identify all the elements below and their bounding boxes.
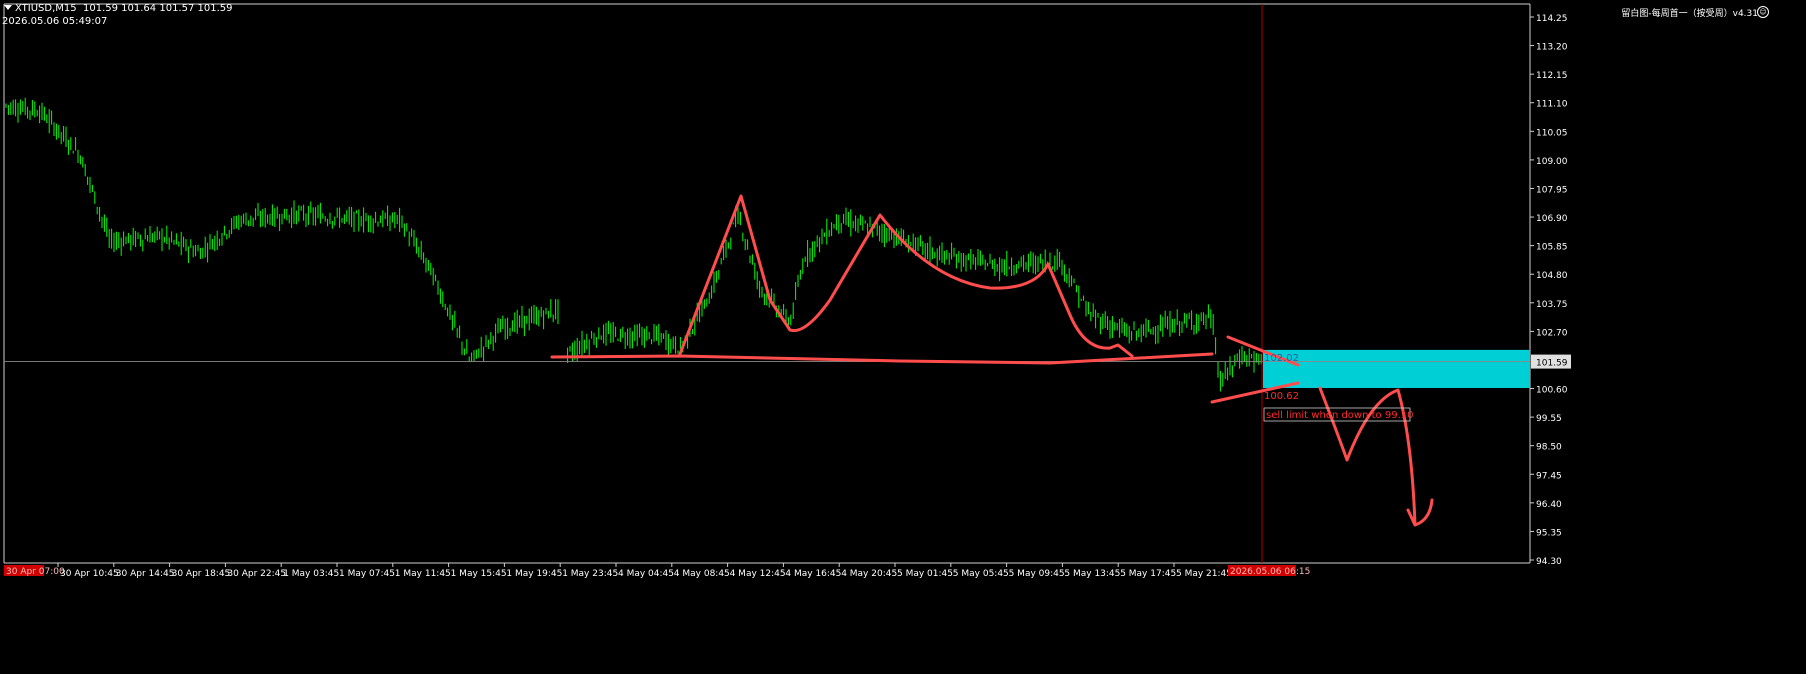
symbol-label: XTIUSD,M15 bbox=[15, 3, 77, 14]
time-tick-label: 4 May 16:45 bbox=[785, 569, 841, 579]
price-tick-label: 106.90 bbox=[1536, 214, 1568, 224]
time-tick-label: 30 Apr 18:45 bbox=[172, 569, 231, 579]
time-tick-label: 1 May 07:45 bbox=[339, 569, 395, 579]
price-tick-label: 105.85 bbox=[1536, 243, 1568, 253]
time-tick-label: 4 May 12:45 bbox=[730, 569, 786, 579]
time-axis[interactable]: 30 Apr 07:0030 Apr 10:4530 Apr 14:4530 A… bbox=[4, 563, 1310, 579]
projection-arrow-drawing[interactable] bbox=[1318, 386, 1434, 527]
price-chart[interactable]: 102.02 100.62 sell limit when down to 99… bbox=[0, 0, 1806, 674]
time-tick-label: 1 May 15:45 bbox=[451, 569, 507, 579]
time-tick-label: 5 May 09:45 bbox=[1009, 569, 1065, 579]
price-tick-label: 102.70 bbox=[1536, 328, 1568, 338]
time-tick-label: 4 May 20:45 bbox=[841, 569, 897, 579]
zone-top-price-label: 102.02 bbox=[1264, 353, 1299, 364]
time-tick-label: 4 May 08:45 bbox=[674, 569, 730, 579]
chart-grid bbox=[3, 3, 1531, 564]
price-tick-label: 98.50 bbox=[1536, 443, 1562, 453]
left-time-marker-label: 30 Apr 07:00 bbox=[6, 567, 65, 577]
time-tick-label: 5 May 05:45 bbox=[953, 569, 1009, 579]
ohlc-values: 101.59 101.64 101.57 101.59 bbox=[83, 3, 233, 14]
time-tick-label: 4 May 04:45 bbox=[618, 569, 674, 579]
supply-zone-rectangle[interactable] bbox=[1263, 349, 1530, 388]
price-tick-label: 95.35 bbox=[1536, 528, 1562, 538]
price-tick-label: 109.00 bbox=[1536, 157, 1568, 167]
cursor-time-label: 2026.05.06 06:15 bbox=[1230, 567, 1310, 577]
zone-bottom-price-label: 100.62 bbox=[1264, 391, 1299, 402]
trade-note-box[interactable]: sell limit when down to 99.10 bbox=[1263, 407, 1413, 422]
time-tick-label: 1 May 03:45 bbox=[283, 569, 339, 579]
candlestick-series bbox=[5, 97, 1262, 392]
price-axis[interactable]: 114.25 113.20 112.15 111.10 110.05 109.00 107.… bbox=[1530, 14, 1571, 567]
price-tick-label: 104.80 bbox=[1536, 271, 1568, 281]
time-tick-label: 5 May 01:45 bbox=[897, 569, 953, 579]
dropdown-triangle-icon[interactable] bbox=[4, 5, 12, 10]
time-tick-label: 30 Apr 22:45 bbox=[227, 569, 286, 579]
price-tick-label: 107.95 bbox=[1536, 185, 1568, 195]
price-tick-label: 113.20 bbox=[1536, 43, 1568, 53]
price-tick-label: 111.10 bbox=[1536, 100, 1568, 110]
time-tick-label: 1 May 11:45 bbox=[395, 569, 451, 579]
time-tick-label: 30 Apr 14:45 bbox=[116, 569, 175, 579]
smiley-icon[interactable]: ☺ bbox=[1757, 6, 1769, 18]
time-tick-label: 5 May 17:45 bbox=[1120, 569, 1176, 579]
time-tick-label: 1 May 19:45 bbox=[506, 569, 562, 579]
trade-note-text: sell limit when down to 99.10 bbox=[1266, 410, 1413, 421]
price-tick-label: 94.30 bbox=[1536, 557, 1562, 567]
price-tick-label: 99.55 bbox=[1536, 414, 1562, 424]
price-tick-label: 114.25 bbox=[1536, 14, 1568, 24]
price-tick-label: 101.59 bbox=[1536, 359, 1568, 369]
time-tick-label: 5 May 21:45 bbox=[1176, 569, 1232, 579]
price-tick-label: 96.40 bbox=[1536, 500, 1562, 510]
indicator-label: 留白图-每周首一（按受周）v4.31 bbox=[1621, 9, 1758, 19]
server-timestamp: 2026.05.06 05:49:07 bbox=[2, 16, 108, 27]
time-tick-label: 5 May 13:45 bbox=[1064, 569, 1120, 579]
price-tick-label: 100.60 bbox=[1536, 386, 1568, 396]
price-tick-label: 97.45 bbox=[1536, 471, 1562, 481]
time-tick-label: 30 Apr 10:45 bbox=[60, 569, 119, 579]
price-tick-label: 112.15 bbox=[1536, 71, 1568, 81]
time-tick-label: 1 May 23:45 bbox=[562, 569, 618, 579]
price-tick-label: 103.75 bbox=[1536, 300, 1568, 310]
price-tick-label: 110.05 bbox=[1536, 128, 1568, 138]
chart-header: XTIUSD,M15 101.59 101.64 101.57 101.59 2… bbox=[2, 2, 233, 28]
